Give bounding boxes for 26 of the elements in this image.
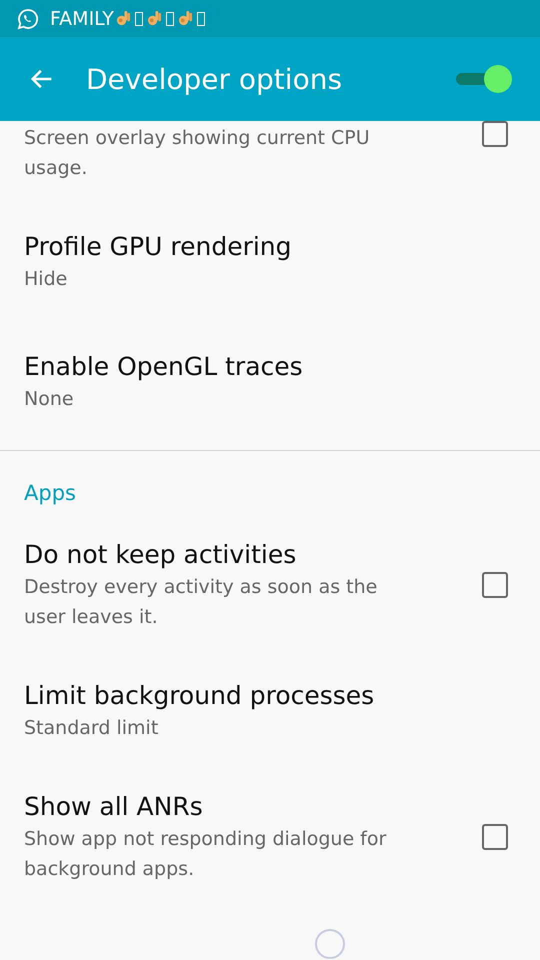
missing-glyph-icon	[166, 12, 174, 26]
hand-icon	[178, 9, 193, 28]
hand-icon	[146, 9, 162, 28]
setting-title[interactable]: Limit background processes	[24, 679, 516, 713]
setting-title[interactable]: Do not keep activities	[24, 538, 482, 572]
screen-title: Developer options	[86, 62, 344, 96]
section-header: Apps	[24, 480, 77, 507]
checkbox[interactable]	[482, 824, 508, 850]
missing-glyph-icon	[196, 12, 205, 26]
checkbox[interactable]	[482, 121, 508, 147]
setting-summary: Screen overlay showing current CPU usage.	[24, 126, 371, 181]
hand-icon	[116, 9, 131, 28]
setting-summary: Destroy every activity as soon as the user leaves it.	[24, 575, 378, 630]
missing-glyph-icon	[134, 12, 143, 26]
setting-summary: None	[24, 387, 75, 412]
setting-summary: Hide	[24, 267, 68, 292]
loading-circle-icon	[315, 929, 345, 959]
chat-bubble-icon	[16, 6, 40, 30]
setting-summary: Show app not responding dialogue for background apps.	[24, 827, 388, 882]
setting-title[interactable]: Enable OpenGL traces	[24, 350, 516, 384]
setting-summary: Standard limit	[24, 716, 160, 741]
setting-title[interactable]: Profile GPU rendering	[24, 230, 516, 264]
notification-text: FAMILY	[50, 8, 114, 30]
setting-title[interactable]: Show all ANRs	[24, 790, 482, 824]
toggle-switch[interactable]	[456, 63, 512, 95]
checkbox[interactable]	[482, 572, 508, 598]
